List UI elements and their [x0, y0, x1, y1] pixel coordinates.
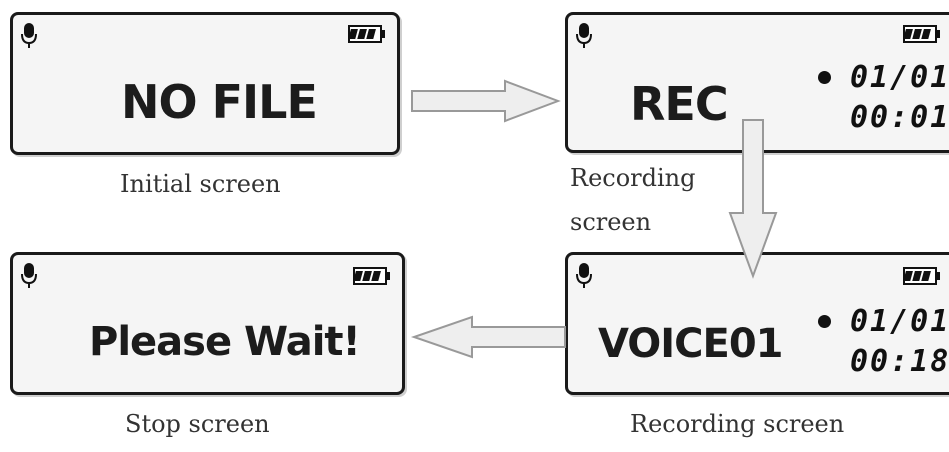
recording-start-caption-line1: Recording	[570, 164, 696, 192]
arrow-down-icon	[728, 119, 778, 279]
recording-file-name: VOICE01	[598, 321, 783, 367]
record-dot-icon	[818, 315, 831, 328]
initial-screen-display: NO FILE	[10, 12, 400, 155]
recording-screen-caption: Recording screen	[630, 410, 845, 438]
microphone-icon	[576, 23, 592, 48]
arrow-left-icon	[410, 315, 566, 359]
initial-screen-message: NO FILE	[121, 75, 318, 129]
record-dot-icon	[818, 71, 831, 84]
microphone-icon	[576, 263, 592, 288]
recording-start-message: REC	[630, 77, 729, 131]
battery-full-icon	[903, 25, 940, 43]
stop-screen-message: Please Wait!	[89, 319, 361, 365]
battery-full-icon	[353, 267, 390, 285]
microphone-icon	[21, 23, 37, 48]
initial-screen-caption: Initial screen	[120, 170, 281, 198]
arrow-right-icon	[411, 79, 561, 123]
battery-full-icon	[903, 267, 940, 285]
stop-screen-display: Please Wait!	[10, 252, 405, 395]
file-counter: 01/01	[850, 304, 949, 339]
elapsed-time: 00:18	[850, 344, 949, 379]
microphone-icon	[21, 263, 37, 288]
recording-start-caption-line2: screen	[570, 208, 652, 236]
battery-full-icon	[348, 25, 385, 43]
stop-screen-caption: Stop screen	[125, 410, 270, 438]
file-counter: 01/01	[850, 60, 949, 95]
elapsed-time: 00:01	[850, 100, 949, 135]
